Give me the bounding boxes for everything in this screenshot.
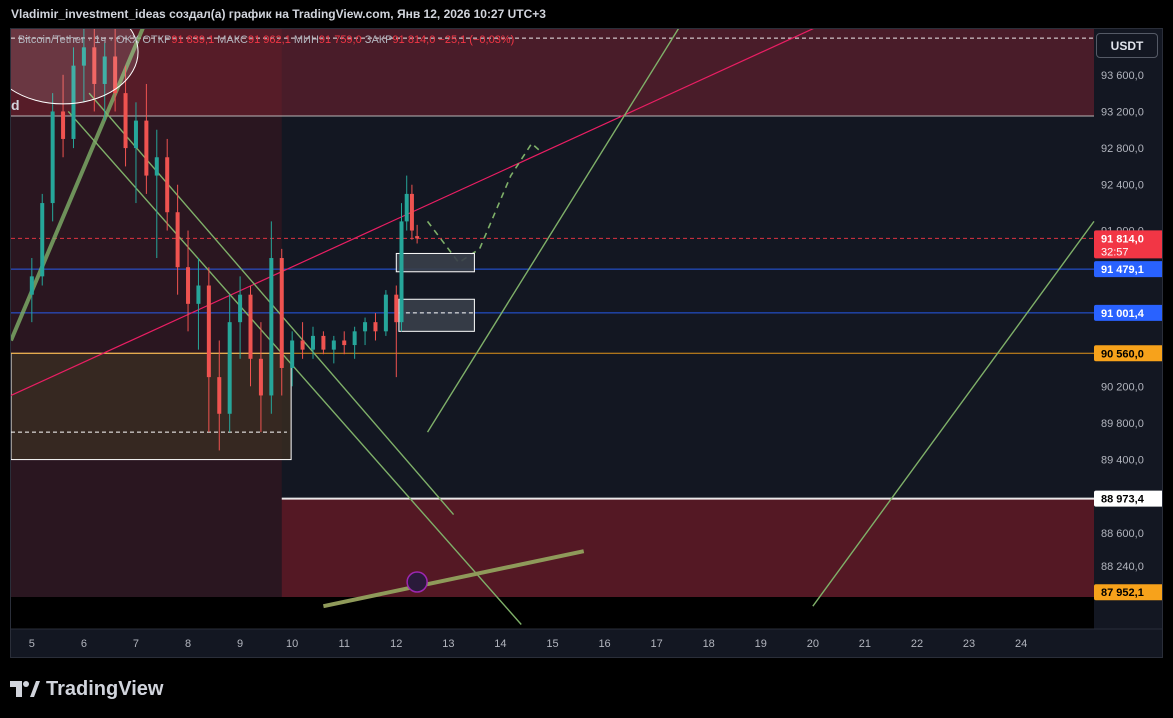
y-tick-label: 88 600,0 bbox=[1101, 528, 1144, 540]
bottom-support-zone bbox=[281, 498, 1094, 597]
x-tick-label: 20 bbox=[807, 638, 819, 650]
candle-body-14 bbox=[175, 212, 180, 268]
candle-body-3 bbox=[61, 111, 66, 139]
candle-body-10 bbox=[133, 120, 138, 149]
price-label-3: 90 560,0 bbox=[1101, 348, 1144, 360]
candle-body-32 bbox=[363, 322, 368, 332]
x-tick-label: 15 bbox=[546, 638, 558, 650]
candle-body-35 bbox=[394, 294, 399, 323]
low-value: 91 759,0 bbox=[318, 34, 362, 46]
candle-body-27 bbox=[310, 335, 315, 350]
x-tick-label: 10 bbox=[286, 638, 298, 650]
candle-body-31 bbox=[352, 331, 357, 346]
candle-body-12 bbox=[154, 157, 159, 176]
candle-body-38 bbox=[409, 193, 414, 231]
close-value: 91 814,0 bbox=[392, 34, 436, 46]
candle-body-22 bbox=[258, 358, 263, 396]
candle-body-21 bbox=[248, 294, 253, 359]
close-label: ЗАКР bbox=[364, 34, 393, 46]
candle-body-33 bbox=[373, 322, 378, 332]
candle-body-26 bbox=[300, 340, 305, 350]
candle-body-0 bbox=[29, 276, 34, 295]
candle-body-34 bbox=[383, 294, 388, 332]
x-tick-label: 7 bbox=[133, 638, 139, 650]
pane-label: d bbox=[11, 97, 20, 113]
demand-zone-box bbox=[11, 352, 292, 461]
candle-body-13 bbox=[165, 157, 170, 213]
x-tick-label: 16 bbox=[598, 638, 610, 650]
candle-body-2 bbox=[50, 111, 55, 204]
y-tick-label: 92 400,0 bbox=[1101, 180, 1144, 192]
x-tick-label: 19 bbox=[755, 638, 767, 650]
price-label-5: 87 952,1 bbox=[1101, 587, 1144, 599]
x-tick-label: 8 bbox=[185, 638, 191, 650]
chart-area[interactable]: 94 000,093 600,093 200,092 800,092 400,0… bbox=[10, 28, 1163, 658]
symbol-name[interactable]: Bitcoin/Tether · 1ч · OKX bbox=[18, 34, 139, 46]
high-value: 91 962,1 bbox=[248, 34, 291, 46]
x-tick-label: 14 bbox=[494, 638, 506, 650]
open-value: 91 839,1 bbox=[171, 34, 215, 46]
candle-body-1 bbox=[40, 203, 45, 277]
candle-body-36 bbox=[399, 221, 404, 323]
open-label: ОТКР bbox=[142, 34, 172, 46]
order-block-upper bbox=[395, 252, 475, 273]
y-tick-label: 92 800,0 bbox=[1101, 143, 1144, 155]
candle-body-30 bbox=[342, 340, 347, 346]
low-label: МИН bbox=[293, 34, 319, 46]
price-label-countdown: 32:57 bbox=[1101, 246, 1129, 258]
candle-body-29 bbox=[331, 340, 336, 350]
author-caption: Vladimir_investment_ideas создал(а) граф… bbox=[11, 7, 546, 21]
candle-body-20 bbox=[238, 294, 243, 323]
y-tick-label: 93 600,0 bbox=[1101, 70, 1144, 82]
x-tick-label: 17 bbox=[651, 638, 663, 650]
price-label-1: 91 479,1 bbox=[1101, 264, 1144, 276]
volume-pane-bg bbox=[11, 597, 1094, 629]
candle-body-25 bbox=[290, 340, 295, 368]
currency-button[interactable]: USDT bbox=[1096, 33, 1158, 58]
candle-body-16 bbox=[196, 285, 201, 304]
logo-text: TradingView bbox=[46, 677, 164, 700]
price-label-4: 88 973,4 bbox=[1101, 494, 1145, 506]
y-tick-label: 93 200,0 bbox=[1101, 106, 1144, 118]
price-label-0: 91 814,0 bbox=[1101, 233, 1144, 245]
candle-body-17 bbox=[206, 285, 211, 378]
candle-body-9 bbox=[123, 93, 128, 149]
event-flash-icon bbox=[406, 571, 428, 593]
x-tick-label: 9 bbox=[237, 638, 243, 650]
x-tick-label: 11 bbox=[339, 638, 350, 650]
x-tick-label: 5 bbox=[29, 638, 35, 650]
price-label-2: 91 001,4 bbox=[1101, 308, 1145, 320]
candle-body-24 bbox=[279, 258, 284, 368]
projection-path bbox=[426, 142, 543, 264]
candle-body-18 bbox=[217, 377, 222, 414]
candle-body-39 bbox=[415, 236, 420, 239]
x-tick-label: 13 bbox=[442, 638, 454, 650]
candle-body-23 bbox=[269, 258, 274, 396]
candle-body-37 bbox=[404, 193, 409, 222]
candle-body-28 bbox=[321, 335, 326, 350]
x-tick-label: 23 bbox=[963, 638, 975, 650]
y-tick-label: 89 800,0 bbox=[1101, 418, 1144, 430]
x-tick-label: 18 bbox=[703, 638, 715, 650]
order-block-lower bbox=[398, 298, 475, 332]
chart-canvas[interactable]: 94 000,093 600,093 200,092 800,092 400,0… bbox=[11, 29, 1163, 658]
y-tick-label: 89 400,0 bbox=[1101, 455, 1144, 467]
change-value: −25,1 (−0,03%) bbox=[438, 34, 515, 46]
tradingview-logo[interactable]: TradingView bbox=[10, 676, 163, 702]
x-tick-label: 22 bbox=[911, 638, 923, 650]
candle-body-11 bbox=[144, 120, 149, 176]
candle-body-15 bbox=[186, 267, 191, 304]
candle-body-19 bbox=[227, 322, 232, 414]
high-label: МАКС bbox=[217, 34, 248, 46]
tradingview-logo-icon bbox=[10, 681, 40, 697]
symbol-legend: Bitcoin/Tether · 1ч · OKX ОТКР91 839,1 М… bbox=[18, 34, 514, 46]
y-tick-label: 90 200,0 bbox=[1101, 381, 1144, 393]
x-tick-label: 21 bbox=[859, 638, 871, 650]
chart-header: Vladimir_investment_ideas создал(а) граф… bbox=[0, 0, 1173, 28]
y-tick-label: 88 240,0 bbox=[1101, 561, 1144, 573]
x-tick-label: 24 bbox=[1015, 638, 1027, 650]
x-tick-label: 6 bbox=[81, 638, 87, 650]
x-tick-label: 12 bbox=[390, 638, 402, 650]
